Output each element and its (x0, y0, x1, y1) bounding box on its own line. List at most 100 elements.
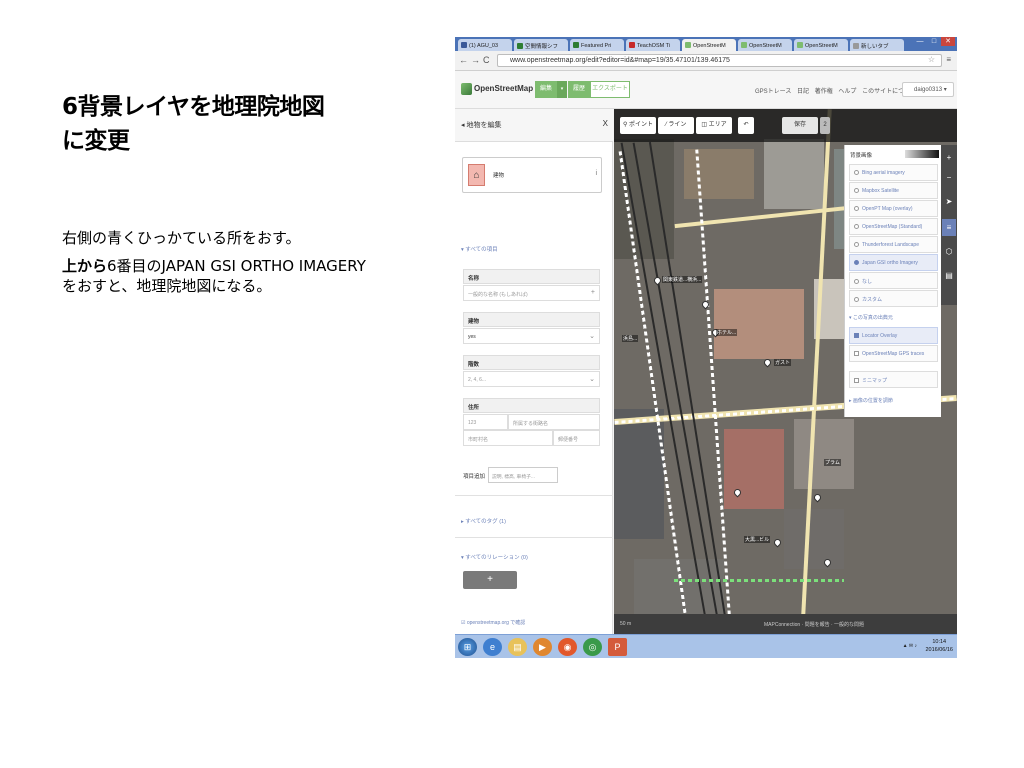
background-option[interactable]: なし (849, 272, 938, 289)
poi-pin[interactable] (762, 357, 773, 368)
overlay-option[interactable]: OpenStreetMap GPS traces (849, 345, 938, 362)
background-option[interactable]: OpenStreetMap (Standard) (849, 218, 938, 235)
preset-card[interactable]: ⌂ 建物 i (462, 157, 602, 193)
diary-link[interactable]: 日記 (797, 89, 809, 95)
add-relation-button[interactable]: + (463, 571, 517, 589)
forward-icon[interactable]: → (471, 55, 480, 65)
tab[interactable]: OpenStreetM (738, 39, 792, 51)
map-data-button[interactable]: ⬡ (942, 243, 956, 260)
maximize-button[interactable]: □ (927, 37, 941, 46)
levels-input[interactable]: 2, 4, 6... ⌄ (463, 371, 600, 387)
browser-screenshot: (1) AGU_03 空間情報シフ Featured Pri TeachOSM … (455, 37, 957, 658)
chrome-icon[interactable]: ◎ (583, 638, 602, 656)
checkbox-icon (854, 351, 859, 356)
background-layers-button[interactable]: ≡ (942, 219, 956, 236)
sidebar-close-button[interactable]: X (603, 119, 608, 128)
reload-icon[interactable]: C (483, 55, 490, 65)
firefox-icon[interactable]: ◉ (558, 638, 577, 656)
clock-time: 10:14 (932, 639, 947, 645)
menu-icon[interactable]: ≡ (946, 55, 951, 64)
edit-button[interactable]: 編集 (535, 81, 557, 98)
osm-logo-icon[interactable] (461, 83, 472, 95)
tab[interactable]: 空間情報シフ (514, 39, 568, 51)
add-area-button[interactable]: ◫ エリア (696, 117, 732, 134)
add-field-input[interactable]: 説明, 標高, 車椅子... (488, 467, 558, 483)
poi-pin[interactable] (772, 537, 783, 548)
background-option-gsi[interactable]: Japan GSI ortho Imagery (849, 254, 938, 271)
poi-pin[interactable] (812, 492, 823, 503)
instruction-rest: 6番目のJAPAN GSI ORTHO IMAGERY をおすと、地理院地図にな (62, 257, 381, 295)
all-relations-toggle[interactable]: ▾ すべてのリレーション (0) (461, 553, 528, 561)
housenumber-input[interactable]: 123 (463, 414, 508, 430)
levels-placeholder: 2, 4, 6... (468, 377, 487, 383)
add-line-button[interactable]: ⁄ ライン (658, 117, 694, 134)
tab[interactable]: (1) AGU_03 (458, 39, 512, 51)
tab[interactable]: TeachOSM Ti (626, 39, 680, 51)
street-input[interactable]: 所属する街路名 (508, 414, 600, 430)
osm-brand[interactable]: OpenStreetMap (474, 84, 533, 93)
user-menu-button[interactable]: daigo0313 ▾ (902, 82, 954, 97)
overlays-toggle[interactable]: ▾ この写真の出典元 (849, 314, 893, 321)
tab[interactable]: Featured Pri (570, 39, 624, 51)
background-option-label: カスタム (862, 297, 883, 303)
clock[interactable]: 10:14 2016/06/16 (925, 638, 953, 654)
name-input[interactable]: 一般的な名称 (もしあれば) + (463, 285, 600, 301)
history-button[interactable]: 履歴 (568, 81, 590, 98)
undo-button[interactable]: ↶ (738, 117, 754, 134)
save-button[interactable]: 保存 (782, 117, 818, 134)
background-option[interactable]: Thunderforest Landscape (849, 236, 938, 253)
stepper-icon[interactable]: ⌄ (589, 375, 595, 383)
help-button[interactable]: ▤ (942, 267, 956, 284)
edit-dropdown-button[interactable]: ▾ (557, 81, 567, 98)
address-input[interactable]: www.openstreetmap.org/edit?editor=id&#ma… (497, 54, 942, 67)
minimap-label: ミニマップ (862, 378, 888, 384)
back-icon[interactable]: ← (459, 55, 468, 65)
attribution[interactable]: MAPConnection · 問題を報告 · 一般的な問題 (764, 621, 864, 628)
add-point-button[interactable]: ⚲ ポイント (620, 117, 656, 134)
align-imagery-toggle[interactable]: ▸ 画像の位置を調節 (849, 397, 893, 404)
zoom-out-button[interactable]: − (942, 169, 956, 186)
divider (455, 495, 613, 496)
opacity-control[interactable] (905, 150, 939, 158)
background-option-custom[interactable]: カスタム (849, 290, 938, 307)
gps-traces-link[interactable]: GPSトレース (755, 89, 791, 95)
view-on-osm-link[interactable]: ☑ openstreetmap.org で確認 (461, 619, 525, 626)
slide-title-line1: 6背景レイヤを地理院地図 (62, 94, 325, 120)
add-name-icon[interactable]: + (591, 289, 595, 296)
tab-active[interactable]: OpenStreetM (682, 39, 736, 51)
system-tray[interactable]: ▲ ✉ ♪ (903, 643, 917, 649)
map-toolbar: ⚲ ポイント ⁄ ライン ◫ エリア ↶ 保存 2 (614, 109, 957, 142)
ie-icon[interactable]: e (483, 638, 502, 656)
all-fields-toggle[interactable]: ▾ すべての項目 (461, 245, 498, 253)
tab-favicon (685, 42, 691, 48)
minimap-toggle[interactable]: ミニマップ (849, 371, 938, 388)
tab-label: OpenStreetM (805, 43, 838, 49)
start-button[interactable]: ⊞ (458, 638, 477, 656)
building-select[interactable]: yes ⌄ (463, 328, 600, 344)
poi-pin[interactable] (652, 275, 663, 286)
geolocate-button[interactable]: ➤ (942, 193, 956, 210)
copyright-link[interactable]: 著作権 (815, 89, 833, 95)
postcode-input[interactable]: 郵便番号 (553, 430, 600, 446)
tab[interactable]: OpenStreetM (794, 39, 848, 51)
export-button[interactable]: エクスポート (590, 81, 630, 98)
all-tags-toggle[interactable]: ▸ すべてのタグ (1) (461, 517, 506, 525)
background-option[interactable]: OpenPT Map (overlay) (849, 200, 938, 217)
tab[interactable]: 新しいタブ (850, 39, 904, 51)
city-input[interactable]: 市町村名 (463, 430, 553, 446)
folder-icon[interactable]: ▤ (508, 638, 527, 656)
media-player-icon[interactable]: ▶ (533, 638, 552, 656)
zoom-in-button[interactable]: + (942, 149, 956, 166)
tab-favicon (629, 42, 635, 48)
info-icon[interactable]: i (595, 170, 597, 177)
bookmark-star-icon[interactable]: ☆ (928, 55, 935, 64)
background-option[interactable]: Mapbox Satellite (849, 182, 938, 199)
background-option[interactable]: Bing aerial imagery (849, 164, 938, 181)
minimize-button[interactable]: — (913, 37, 927, 46)
help-link[interactable]: ヘルプ (838, 89, 856, 95)
powerpoint-icon[interactable]: P (608, 638, 627, 656)
overlay-option[interactable]: Locator Overlay (849, 327, 938, 344)
radio-icon (854, 279, 859, 284)
feature-editor-sidebar: ◂ 地物を編集 X ⌂ 建物 i ▾ すべての項目 名称 一般的な名称 (もしあ… (455, 109, 613, 634)
close-window-button[interactable]: ✕ (941, 37, 955, 46)
